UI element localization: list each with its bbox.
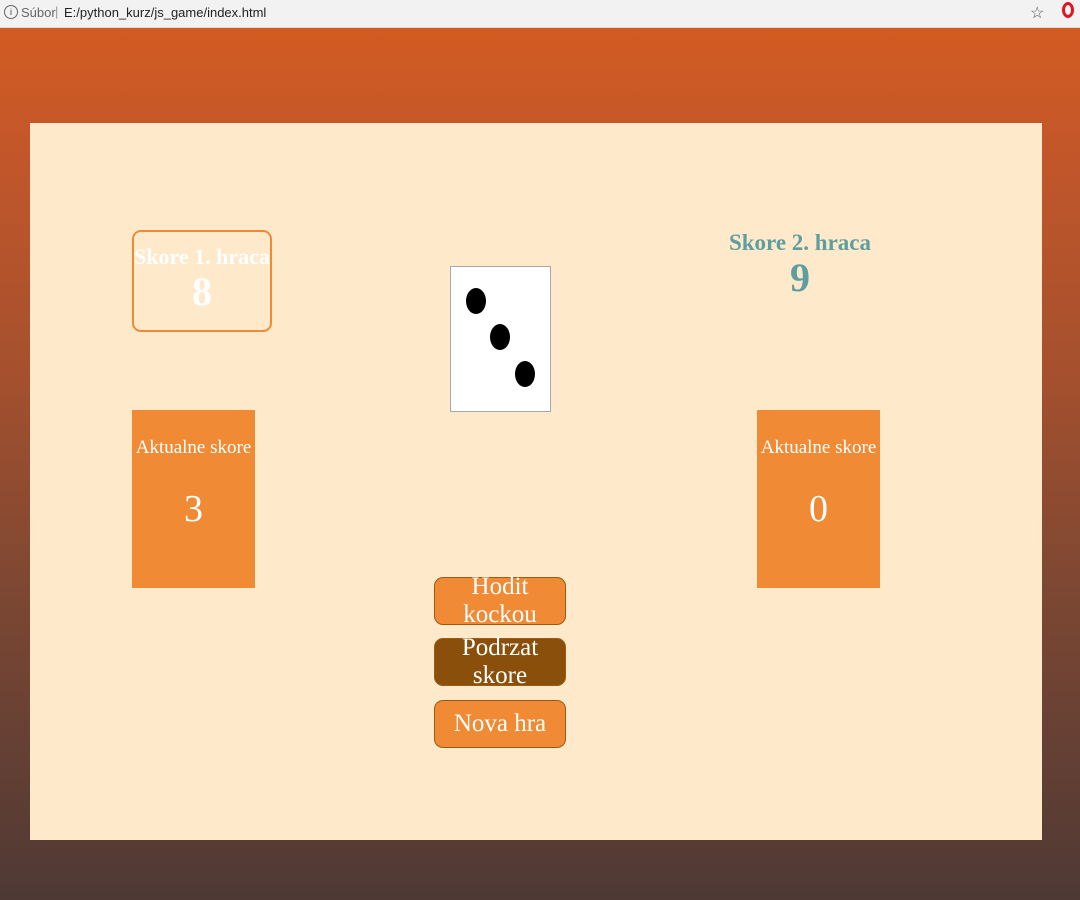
player1-current-score-box: Aktualne skore 3 — [132, 410, 255, 588]
player1-score-box: Skore 1. hraca 8 — [132, 230, 272, 332]
player2-current-score-box: Aktualne skore 0 — [757, 410, 880, 588]
player2-current-label: Aktualne skore — [760, 437, 877, 458]
player1-score-label: Skore 1. hraca — [134, 244, 270, 269]
player1-current-value: 3 — [184, 488, 203, 530]
player2-score-label: Skore 2. hraca — [728, 230, 872, 255]
player2-current-value: 0 — [809, 488, 828, 530]
player1-score-value: 8 — [192, 269, 212, 314]
player2-score-value: 9 — [790, 255, 810, 300]
game-panel: Skore 1. hraca 8 Skore 2. hraca 9 Aktual… — [30, 123, 1042, 840]
url-prefix: Súbor — [21, 5, 56, 20]
info-icon[interactable]: i — [4, 5, 18, 19]
player2-score-box: Skore 2. hraca 9 — [720, 230, 880, 300]
dice — [450, 266, 551, 412]
browser-address-bar[interactable]: i Súbor | E:/python_kurz/js_game/index.h… — [0, 0, 1080, 28]
opera-logo-icon[interactable] — [1062, 2, 1074, 18]
new-game-button[interactable]: Nova hra — [434, 700, 566, 748]
player1-current-label: Aktualne skore — [135, 437, 252, 458]
roll-dice-button[interactable]: Hodit kockou — [434, 573, 566, 628]
bookmark-star-icon[interactable]: ☆ — [1030, 3, 1044, 23]
dice-pip — [515, 361, 535, 387]
url-text[interactable]: E:/python_kurz/js_game/index.html — [64, 5, 266, 20]
url-separator: | — [55, 4, 59, 19]
hold-score-button[interactable]: Podrzat skore — [434, 634, 566, 689]
dice-pip — [466, 288, 486, 314]
dice-pip — [490, 324, 510, 350]
